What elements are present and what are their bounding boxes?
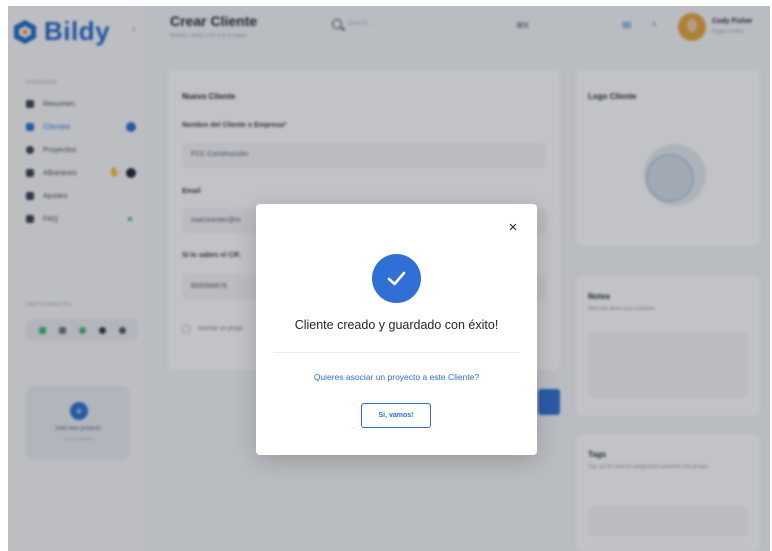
confirm-button[interactable]: Si, vamos! xyxy=(361,403,431,428)
divider xyxy=(274,352,519,353)
modal-question: Quieres asociar un proyecto a este Clien… xyxy=(313,372,480,382)
close-icon[interactable]: × xyxy=(506,220,520,235)
success-check-icon xyxy=(372,254,421,303)
modal-title: Cliente creado y guardado con éxito! xyxy=(294,318,499,332)
success-modal: × Cliente creado y guardado con éxito! Q… xyxy=(256,204,537,455)
checkmark-icon xyxy=(387,271,406,286)
